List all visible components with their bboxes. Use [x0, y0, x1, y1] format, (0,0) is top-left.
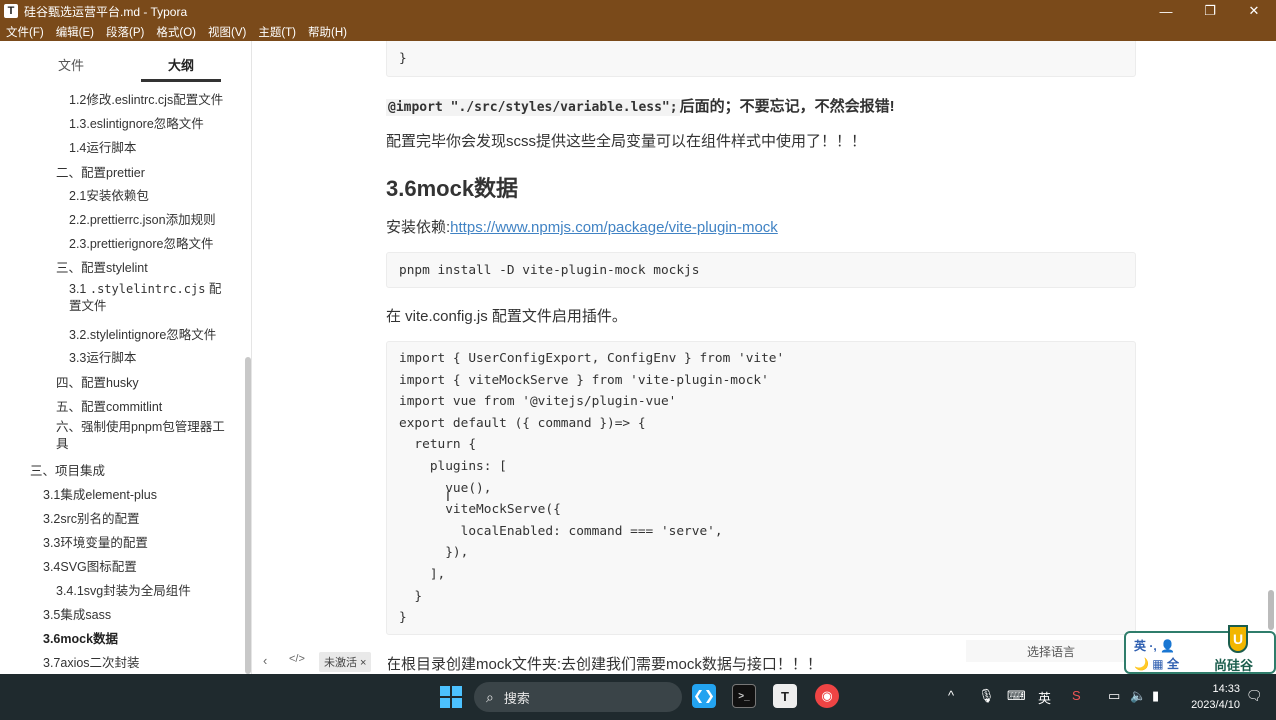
menu-bar: 文件(F) 编辑(E) 段落(P) 格式(O) 视图(V) 主题(T) 帮助(H… — [0, 22, 1276, 41]
install-command: pnpm install -D vite-plugin-mock mockjs — [399, 263, 700, 278]
menu-file[interactable]: 文件(F) — [6, 24, 44, 40]
outline-item[interactable]: 四、配置husky — [56, 372, 139, 391]
language-select[interactable]: 选择语言 — [966, 640, 1136, 662]
notification-icon[interactable]: 🗨 — [1246, 688, 1263, 704]
network-icon[interactable]: ▭ — [1108, 688, 1120, 704]
taskbar: ⌕ 搜索 ❮❯ >_ T ◉ ^ 🎙 ⌨ 英 S ▭ 🔈 ▮ 14:33 202… — [0, 674, 1276, 720]
install-code-block[interactable]: pnpm install -D vite-plugin-mock mockjs — [386, 252, 1136, 288]
close-button[interactable]: ✕ — [1232, 0, 1276, 22]
import-note-text: 后面的；不要忘记，不然会报错! — [679, 98, 895, 115]
menu-format[interactable]: 格式(O) — [156, 24, 196, 40]
bottom-note: 在根目录创建mock文件夹:去创建我们需要mock数据与接口！！！ — [386, 656, 822, 673]
chevron-up-icon[interactable]: ^ — [948, 688, 954, 703]
outline-item[interactable]: 3.4.1svg封装为全局组件 — [56, 580, 191, 599]
search-icon: ⌕ — [486, 688, 494, 705]
code-text: } — [399, 51, 407, 66]
code-block-tail[interactable]: } — [386, 41, 1136, 77]
outline-item[interactable]: 三、配置stylelint — [56, 257, 148, 276]
maximize-button[interactable]: ❐ — [1188, 0, 1232, 22]
outline-item[interactable]: 2.3.prettierignore忽略文件 — [69, 233, 214, 252]
typora-taskbar-icon[interactable]: T — [773, 684, 797, 708]
outline-item[interactable]: 3.7axios二次封装 — [43, 652, 140, 671]
windows-start-icon[interactable] — [440, 686, 462, 708]
terminal-icon[interactable]: >_ — [732, 684, 756, 708]
typora-app-icon: T — [4, 4, 18, 18]
activation-badge[interactable]: 未激活 × — [319, 652, 372, 672]
status-bar: ‹ </> 未激活 × — [253, 641, 388, 674]
outline-item[interactable]: 3.1集成element-plus — [43, 484, 157, 503]
menu-view[interactable]: 视图(V) — [208, 24, 246, 40]
outline-item[interactable]: 3.3运行脚本 — [69, 347, 136, 366]
window-title: 硅谷甄选运营平台.md - Typora — [24, 4, 188, 19]
sidebar-tabs: 文件 大纲 — [0, 41, 252, 83]
config-code: import { UserConfigExport, ConfigEnv } f… — [399, 351, 785, 626]
menu-theme[interactable]: 主题(T) — [258, 24, 296, 40]
outline-item[interactable]: 1.4运行脚本 — [69, 137, 136, 156]
config-code-block[interactable]: import { UserConfigExport, ConfigEnv } f… — [386, 341, 1136, 635]
outline-item[interactable]: 二、配置prettier — [56, 162, 145, 181]
outline-item-code: .stylelintrc.cjs — [89, 282, 206, 296]
clock-date: 2023/4/10 — [1191, 699, 1240, 711]
window-controls: — ❐ ✕ — [1144, 0, 1276, 22]
install-label: 安装依赖: — [386, 219, 451, 236]
title-bar: T 硅谷甄选运营平台.md - Typora — ❐ ✕ — [0, 0, 1276, 22]
ime-toolbar[interactable]: 英 ·, 👤 🌙 ▦ 全 U 尚硅谷 — [1124, 625, 1276, 674]
ime-brand: 尚硅谷 — [1214, 658, 1254, 673]
volume-icon[interactable]: 🔈 — [1130, 688, 1146, 704]
install-line: 安装依赖:https://www.npmjs.com/package/vite-… — [386, 216, 778, 237]
outline-item[interactable]: 1.2修改.eslintrc.cjs配置文件 — [69, 89, 223, 108]
menu-edit[interactable]: 编辑(E) — [56, 24, 94, 40]
outline-item[interactable]: 2.2.prettierrc.json添加规则 — [69, 209, 216, 228]
outline-item[interactable]: 3.3环境变量的配置 — [43, 532, 148, 551]
outline-item-prefix: 3.1 — [69, 282, 90, 296]
import-note-code: @import "./src/styles/variable.less"; — [386, 99, 680, 116]
config-note: 在 vite.config.js 配置文件启用插件。 — [386, 308, 627, 325]
outline-item-active[interactable]: 3.6mock数据 — [43, 628, 118, 647]
section-heading: 3.6mock数据 — [386, 176, 519, 201]
source-code-icon[interactable]: </> — [289, 653, 305, 665]
ime-row-top[interactable]: 英 ·, 👤 — [1134, 637, 1175, 654]
minimize-button[interactable]: — — [1144, 0, 1188, 22]
menu-help[interactable]: 帮助(H) — [308, 24, 347, 40]
editor-scrollbar[interactable] — [1268, 590, 1274, 630]
ime-logo-icon: U — [1228, 625, 1248, 653]
text-cursor-icon: I — [446, 488, 450, 504]
menu-paragraph[interactable]: 段落(P) — [106, 24, 144, 40]
outline-item[interactable]: 3.2src别名的配置 — [43, 508, 140, 527]
outline-item[interactable]: 3.2.stylelintignore忽略文件 — [69, 324, 216, 343]
tab-files[interactable]: 文件 — [58, 55, 84, 74]
chrome-icon[interactable]: ◉ — [815, 684, 839, 708]
tab-outline[interactable]: 大纲 — [168, 55, 194, 74]
outline-item[interactable]: 三、项目集成 — [30, 460, 105, 479]
active-tab-indicator — [141, 79, 221, 82]
outline-item[interactable]: 3.1 .stylelintrc.cjs 配置文件 — [69, 281, 229, 315]
input-language[interactable]: 英 — [1038, 688, 1051, 707]
import-note: @import "./src/styles/variable.less"; 后面的… — [386, 95, 895, 116]
sogou-ime-icon[interactable]: S — [1072, 688, 1081, 703]
battery-icon[interactable]: ▮ — [1152, 688, 1159, 704]
editor-pane: } @import "./src/styles/variable.less"; 后… — [253, 41, 1276, 674]
taskbar-search[interactable]: ⌕ 搜索 — [474, 682, 682, 712]
vscode-icon[interactable]: ❮❯ — [692, 684, 716, 708]
keyboard-icon[interactable]: ⌨ — [1007, 688, 1026, 704]
clock-time: 14:33 — [1212, 683, 1240, 695]
outline-item[interactable]: 3.5集成sass — [43, 604, 111, 623]
search-label: 搜索 — [503, 690, 530, 706]
outline-item[interactable]: 六、强制使用pnpm包管理器工具 — [56, 419, 231, 453]
outline-item[interactable]: 1.3.eslintignore忽略文件 — [69, 113, 204, 132]
sidebar-scrollbar[interactable] — [245, 357, 251, 674]
clock[interactable]: 14:33 2023/4/10 — [1180, 681, 1240, 713]
outline-item[interactable]: 2.1安装依赖包 — [69, 185, 149, 204]
outline-item[interactable]: 五、配置commitlint — [56, 396, 162, 415]
sidebar: 文件 大纲 1.2修改.eslintrc.cjs配置文件 1.3.eslinti… — [0, 41, 252, 674]
microphone-icon[interactable]: 🎙 — [978, 688, 995, 704]
outline-item[interactable]: 3.4SVG图标配置 — [43, 556, 137, 575]
install-link[interactable]: https://www.npmjs.com/package/vite-plugi… — [450, 219, 778, 236]
back-icon[interactable]: ‹ — [263, 653, 267, 668]
scss-note: 配置完毕你会发现scss提供这些全局变量可以在组件样式中使用了！！！ — [386, 133, 867, 150]
ime-row-bottom[interactable]: 🌙 ▦ 全 — [1134, 655, 1179, 672]
